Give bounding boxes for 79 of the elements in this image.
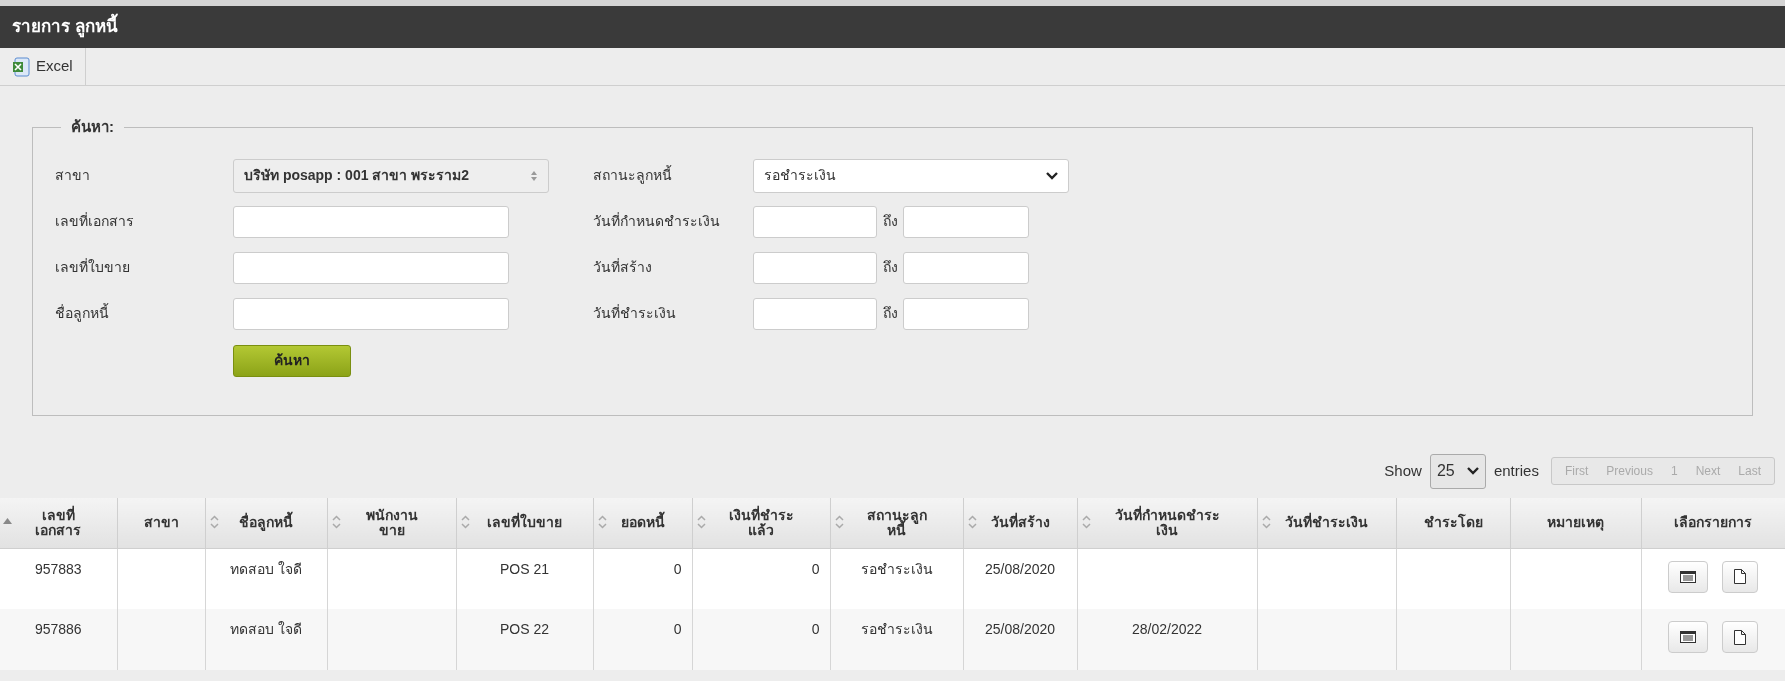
column-header[interactable]: พนักงาน ขาย [327,498,456,548]
range-separator: ถึง [881,258,899,277]
list-icon [1680,631,1697,643]
sort-icon [209,515,219,529]
sort-icon [331,515,341,529]
table-cell: 0 [811,560,820,577]
range-separator: ถึง [881,212,899,231]
chevron-down-icon [1466,467,1479,475]
page-length-select[interactable]: 25 [1429,453,1486,489]
column-header[interactable]: วันที่สร้าง [963,498,1077,548]
details-button[interactable] [1668,621,1709,653]
table-cell: 0 [811,621,820,637]
column-header[interactable]: ชื่อลูกหนี้ [205,498,327,548]
column-header: สาขา [117,498,205,548]
document-button[interactable] [1722,621,1759,653]
sort-icon [597,515,607,529]
excel-button[interactable]: Excel [0,48,86,85]
search-button[interactable]: ค้นหา [233,344,351,377]
table-cell: 957883 [34,560,82,577]
table-cell: POS 21 [500,560,549,577]
table-cell: 0 [673,621,682,637]
field-label: วันที่กำหนดชำระเงิน [593,211,721,231]
column-header[interactable]: ยอดหนี้ [593,498,692,548]
table-cell: 25/08/2020 [984,621,1056,637]
sort-icon [460,515,470,529]
table-cell: รอชำระเงิน [860,621,933,637]
sort-icon [696,515,706,529]
table-cell: รอชำระเงิน [860,560,933,577]
column-header[interactable]: วันที่ชำระเงิน [1257,498,1396,548]
text-field[interactable] [233,205,509,238]
field-label: สถานะลูกหนี้ [593,165,673,186]
document-button[interactable] [1722,560,1759,593]
sort-icon [834,515,844,529]
list-icon [1680,570,1697,583]
document-icon [1734,569,1747,584]
text-field[interactable] [233,251,509,284]
column-header[interactable]: เงินที่ชำระ แล้ว [692,498,830,548]
date-field[interactable] [753,205,877,238]
chevron-down-icon [1046,171,1058,180]
field-label: วันที่ชำระเงิน [593,303,677,323]
table-cell: 0 [673,560,682,577]
column-header[interactable]: วันที่กำหนดชำระ เงิน [1077,498,1257,548]
field-label: วันที่สร้าง [593,257,653,277]
date-field[interactable] [903,297,1029,330]
table-cell: POS 22 [500,621,549,637]
column-header[interactable]: สถานะลูก หนี้ [830,498,963,548]
field-label: ชื่อลูกหนี้ [55,303,110,324]
search-legend: ค้นหา: [61,116,124,139]
window-title: รายการ ลูกหนี้ [12,14,118,40]
date-field[interactable] [753,297,877,330]
date-field[interactable] [903,251,1029,284]
column-header: หมายเหตุ [1510,498,1641,548]
spreadsheet-icon [12,56,30,77]
details-button[interactable] [1668,560,1709,593]
range-separator: ถึง [881,304,899,323]
sort-icon [967,515,977,529]
column-header[interactable]: เลขที่ เอกสาร [0,498,117,548]
field-label: เลขที่เอกสาร [55,211,135,231]
field-label: เลขที่ใบขาย [55,257,131,277]
sort-icon [1081,515,1091,529]
field-label: สาขา [55,166,91,185]
sort-ascending-icon [3,518,12,524]
sort-icon [1261,515,1271,529]
date-field[interactable] [753,251,877,284]
text-field[interactable] [233,297,509,330]
column-header[interactable]: เลขที่ใบขาย [456,498,593,548]
entries-label: entries [1493,460,1539,481]
updown-icon [530,169,538,182]
table-cell: ทดสอบ ใจดี [230,621,302,637]
document-icon [1734,629,1747,645]
table-cell: 957886 [34,621,82,637]
table-cell: ทดสอบ ใจดี [230,560,302,577]
show-label: Show [1384,460,1422,481]
column-header: เลือกรายการ [1641,498,1785,548]
date-field[interactable] [903,205,1029,238]
select-field[interactable]: รอชำระเงิน [753,158,1069,193]
column-header: ชำระโดย [1396,498,1510,548]
table-cell: 25/08/2020 [984,560,1056,577]
table-cell: 28/02/2022 [1131,621,1203,637]
